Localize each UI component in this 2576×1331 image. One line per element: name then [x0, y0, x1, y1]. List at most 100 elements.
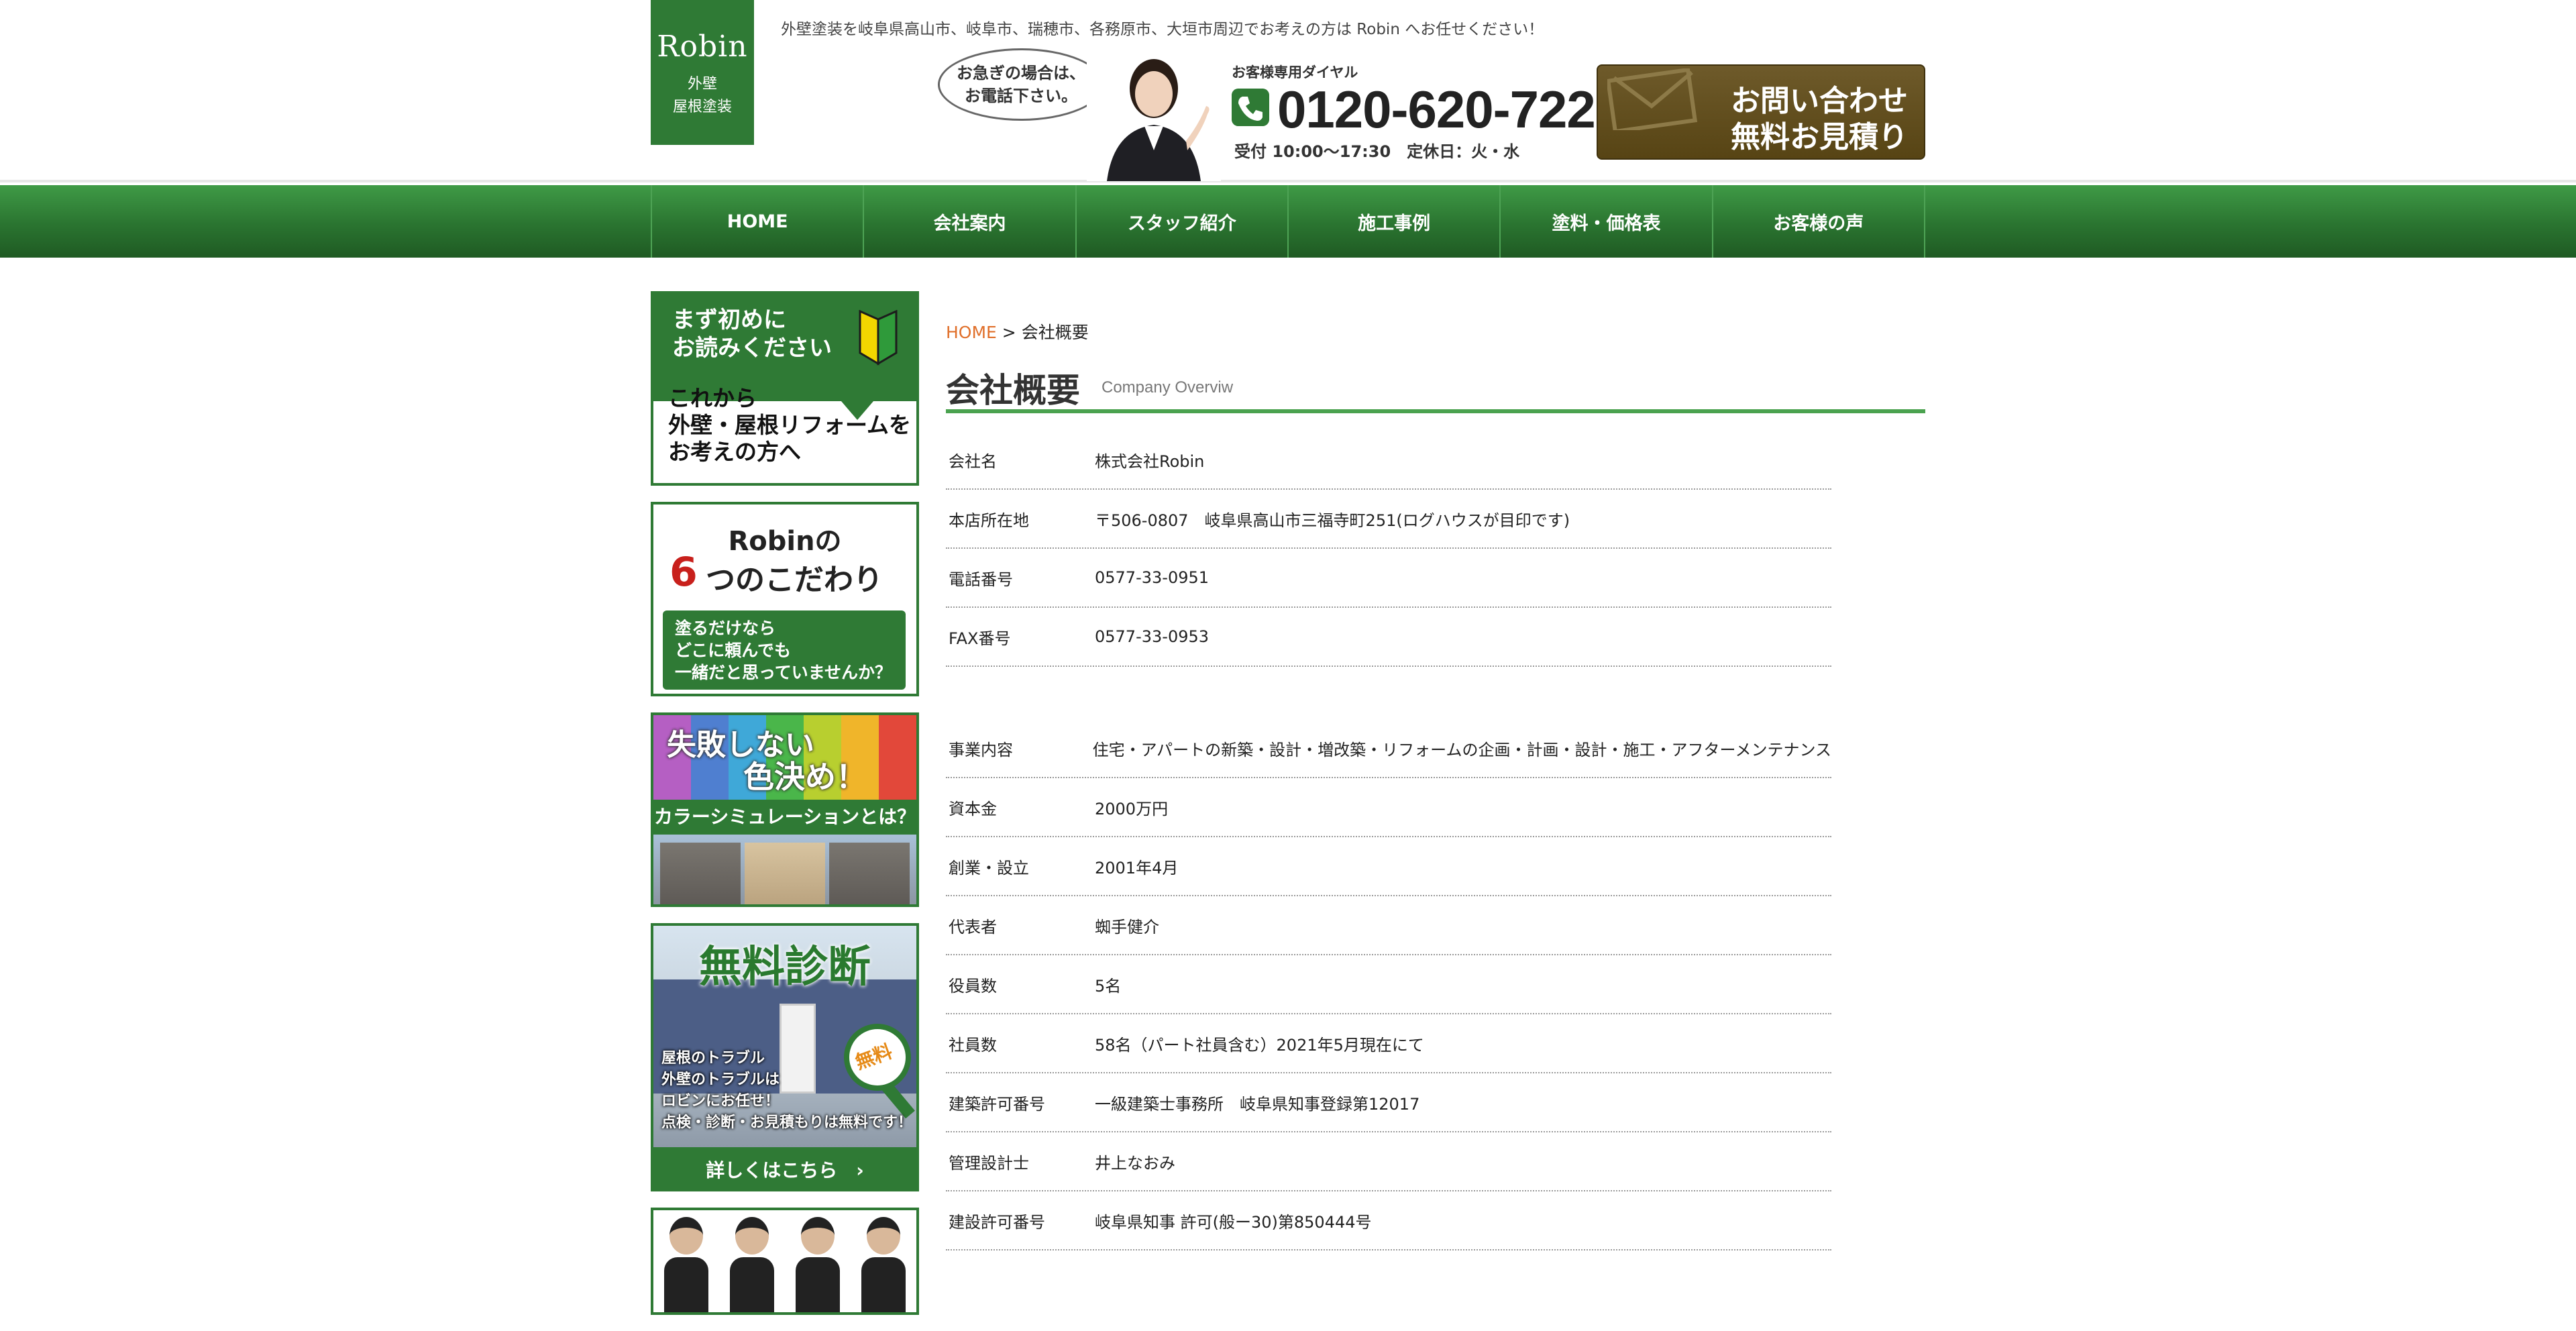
logo-sub-2: 屋根塗装 — [672, 99, 732, 115]
nav-item-prices[interactable]: 塗料・価格表 — [1501, 185, 1713, 258]
row-value: 〒506-0807 岐阜県高山市三福寺町251(ログハウスが目印です) — [1095, 511, 1570, 530]
banner-free-diagnosis[interactable]: 無料診断 無料 屋根のトラブル 外壁のトラブルは ロビンにお任せ！ 点検・診断・… — [651, 923, 919, 1191]
banner4-line-1: 屋根のトラブル — [661, 1050, 765, 1067]
table-row: 本店所在地 〒506-0807 岐阜県高山市三福寺町251(ログハウスが目印です… — [946, 490, 1831, 549]
row-label: 会社名 — [949, 451, 997, 471]
banner2-line-1: 塗るだけなら — [675, 619, 776, 638]
banner2-line-2: どこに頼んでも — [675, 641, 792, 660]
bubble-line-2: お電話下さい。 — [965, 87, 1077, 105]
table-row: FAX番号 0577-33-0953 — [946, 608, 1831, 667]
table-row: 管理設計士 井上なおみ — [946, 1132, 1831, 1191]
header-tagline: 外壁塗装を岐阜県高山市、岐阜市、瑞穂市、各務原市、大垣市周辺でお考えの方は Ro… — [781, 21, 1544, 38]
table-row: 建設許可番号 岐阜県知事 許可(般ー30)第850444号 — [946, 1191, 1831, 1250]
row-label: 役員数 — [949, 976, 997, 996]
banner2-kodawari: つのこだわり — [706, 563, 883, 597]
row-value: 0577-33-0951 — [1095, 568, 1210, 587]
banner4-line-3: ロビンにお任せ！ — [661, 1093, 780, 1110]
contact-estimate-button[interactable]: お問い合わせ 無料お見積り — [1597, 64, 1925, 160]
staff-person — [664, 1217, 708, 1312]
banner1-line-5: お考えの方へ — [668, 439, 801, 465]
beginner-mark-icon — [859, 310, 898, 366]
table-row: 創業・設立 2001年4月 — [946, 837, 1831, 896]
row-value: 住宅・アパートの新築・設計・増改築・リフォームの企画・計画・設計・施工・アフター… — [1092, 740, 1831, 759]
banner2-line-3: 一緒だと思っていませんか？ — [675, 663, 892, 682]
banner-six-commitments[interactable]: Robinの 6 つのこだわり 塗るだけなら どこに頼んでも 一緒だと思っていま… — [651, 502, 919, 696]
site-logo[interactable]: Robin 外壁 屋根塗装 — [651, 0, 754, 145]
row-label: 電話番号 — [949, 570, 1013, 589]
staff-person — [730, 1217, 774, 1312]
global-nav: HOME 会社案内 スタッフ紹介 施工事例 塗料・価格表 お客様の声 — [0, 185, 2576, 258]
table-row: 社員数 58名（パート社員含む）2021年5月現在にて — [946, 1014, 1831, 1073]
breadcrumb-current: 会社概要 — [1021, 323, 1089, 342]
row-value: 井上なおみ — [1095, 1153, 1175, 1173]
banner1-line-1: まず初めに — [672, 307, 786, 333]
table-row: 建築許可番号 一級建築士事務所 岐阜県知事登録第12017 — [946, 1073, 1831, 1132]
nav-item-works[interactable]: 施工事例 — [1289, 185, 1501, 258]
logo-brand: Robin — [657, 30, 748, 64]
row-value: 2001年4月 — [1095, 858, 1179, 877]
page-subtitle: Company Overviw — [1102, 378, 1234, 396]
call-bubble: お急ぎの場合は、 お電話下さい。 — [938, 48, 1104, 121]
breadcrumb-home-link[interactable]: HOME — [946, 323, 997, 342]
sidebar: まず初めに お読みください これから 外壁・屋根リフォームを お考えの方へ Ro… — [651, 291, 919, 1331]
business-hours: 受付 10:00〜17:30 定休日：火・水 — [1234, 142, 1520, 161]
banner1-line-4: 外壁・屋根リフォームを — [668, 412, 912, 438]
site-header: Robin 外壁 屋根塗装 外壁塗装を岐阜県高山市、岐阜市、瑞穂市、各務原市、大… — [0, 0, 2576, 182]
contact-line-2: 無料お見積り — [1731, 120, 1908, 154]
row-label: 建築許可番号 — [949, 1094, 1045, 1114]
row-value: 0577-33-0953 — [1095, 627, 1210, 646]
row-label: 事業内容 — [949, 740, 1013, 759]
row-value: 2000万円 — [1095, 799, 1169, 818]
banner2-six: 6 — [669, 549, 698, 596]
banner4-line-2: 外壁のトラブルは — [661, 1071, 780, 1088]
envelope-icon — [1607, 68, 1698, 130]
row-value: 蜘手健介 — [1095, 917, 1159, 937]
row-label: FAX番号 — [949, 629, 1011, 648]
staff-people — [653, 1210, 916, 1312]
banner4-detail-link[interactable]: 詳しくはこちら › — [653, 1150, 916, 1189]
table-row: 代表者 蜘手健介 — [946, 896, 1831, 955]
row-label: 資本金 — [949, 799, 997, 818]
banner3-houses — [653, 835, 916, 904]
staff-person — [861, 1217, 906, 1312]
nav-item-home[interactable]: HOME — [652, 185, 865, 258]
staff-person — [796, 1217, 840, 1312]
row-label: 建設許可番号 — [949, 1212, 1045, 1232]
banner-staff[interactable] — [651, 1208, 919, 1315]
row-label: 本店所在地 — [949, 511, 1029, 530]
banner2-box: 塗るだけなら どこに頼んでも 一緒だと思っていませんか？ — [663, 610, 906, 690]
table-row: 会社名 株式会社Robin — [946, 431, 1831, 490]
row-label: 創業・設立 — [949, 858, 1029, 877]
logo-sub-1: 外壁 — [687, 76, 717, 93]
table-spacer — [946, 667, 1831, 719]
nav-list: HOME 会社案内 スタッフ紹介 施工事例 塗料・価格表 お客様の声 — [651, 185, 1925, 258]
breadcrumb: HOME > 会社概要 — [946, 319, 1925, 343]
main-content: HOME > 会社概要 会社概要 Company Overviw 会社名 株式会… — [946, 291, 1925, 1250]
nav-item-voices[interactable]: お客様の声 — [1713, 185, 1925, 258]
nav-item-staff[interactable]: スタッフ紹介 — [1077, 185, 1289, 258]
phone-number[interactable]: 0120-620-722 — [1277, 79, 1596, 140]
table-row: 電話番号 0577-33-0951 — [946, 549, 1831, 608]
table-row: 事業内容 住宅・アパートの新築・設計・増改築・リフォームの企画・計画・設計・施工… — [946, 719, 1831, 778]
nav-item-company[interactable]: 会社案内 — [864, 185, 1077, 258]
banner3-strip: カラーシミュレーションとは？ — [653, 800, 916, 835]
phone-icon — [1232, 89, 1269, 126]
staff-photo — [1087, 50, 1221, 181]
row-label: 管理設計士 — [949, 1153, 1029, 1173]
banner4-text: 屋根のトラブル 外壁のトラブルは ロビンにお任せ！ 点検・診断・お見積もりは無料… — [661, 1048, 912, 1134]
banner1-line-3: これから — [668, 385, 757, 411]
row-label: 社員数 — [949, 1035, 997, 1055]
banner4-line-4: 点検・診断・お見積もりは無料です！ — [661, 1114, 913, 1131]
table-row: 役員数 5名 — [946, 955, 1831, 1014]
row-value: 58名（パート社員含む）2021年5月現在にて — [1095, 1035, 1424, 1055]
banner-first-read[interactable]: まず初めに お読みください これから 外壁・屋根リフォームを お考えの方へ — [651, 291, 919, 486]
page-title: 会社概要 — [946, 371, 1080, 410]
table-row: 資本金 2000万円 — [946, 778, 1831, 837]
row-value: 5名 — [1095, 976, 1122, 996]
banner4-title: 無料診断 — [699, 943, 871, 992]
page-title-block: 会社概要 Company Overviw — [946, 364, 1925, 413]
banner1-line-2: お読みください — [672, 335, 832, 362]
row-label: 代表者 — [949, 917, 997, 937]
bubble-line-1: お急ぎの場合は、 — [957, 64, 1085, 83]
banner-color-simulation[interactable]: 失敗しない 色決め！ カラーシミュレーションとは？ — [651, 712, 919, 907]
